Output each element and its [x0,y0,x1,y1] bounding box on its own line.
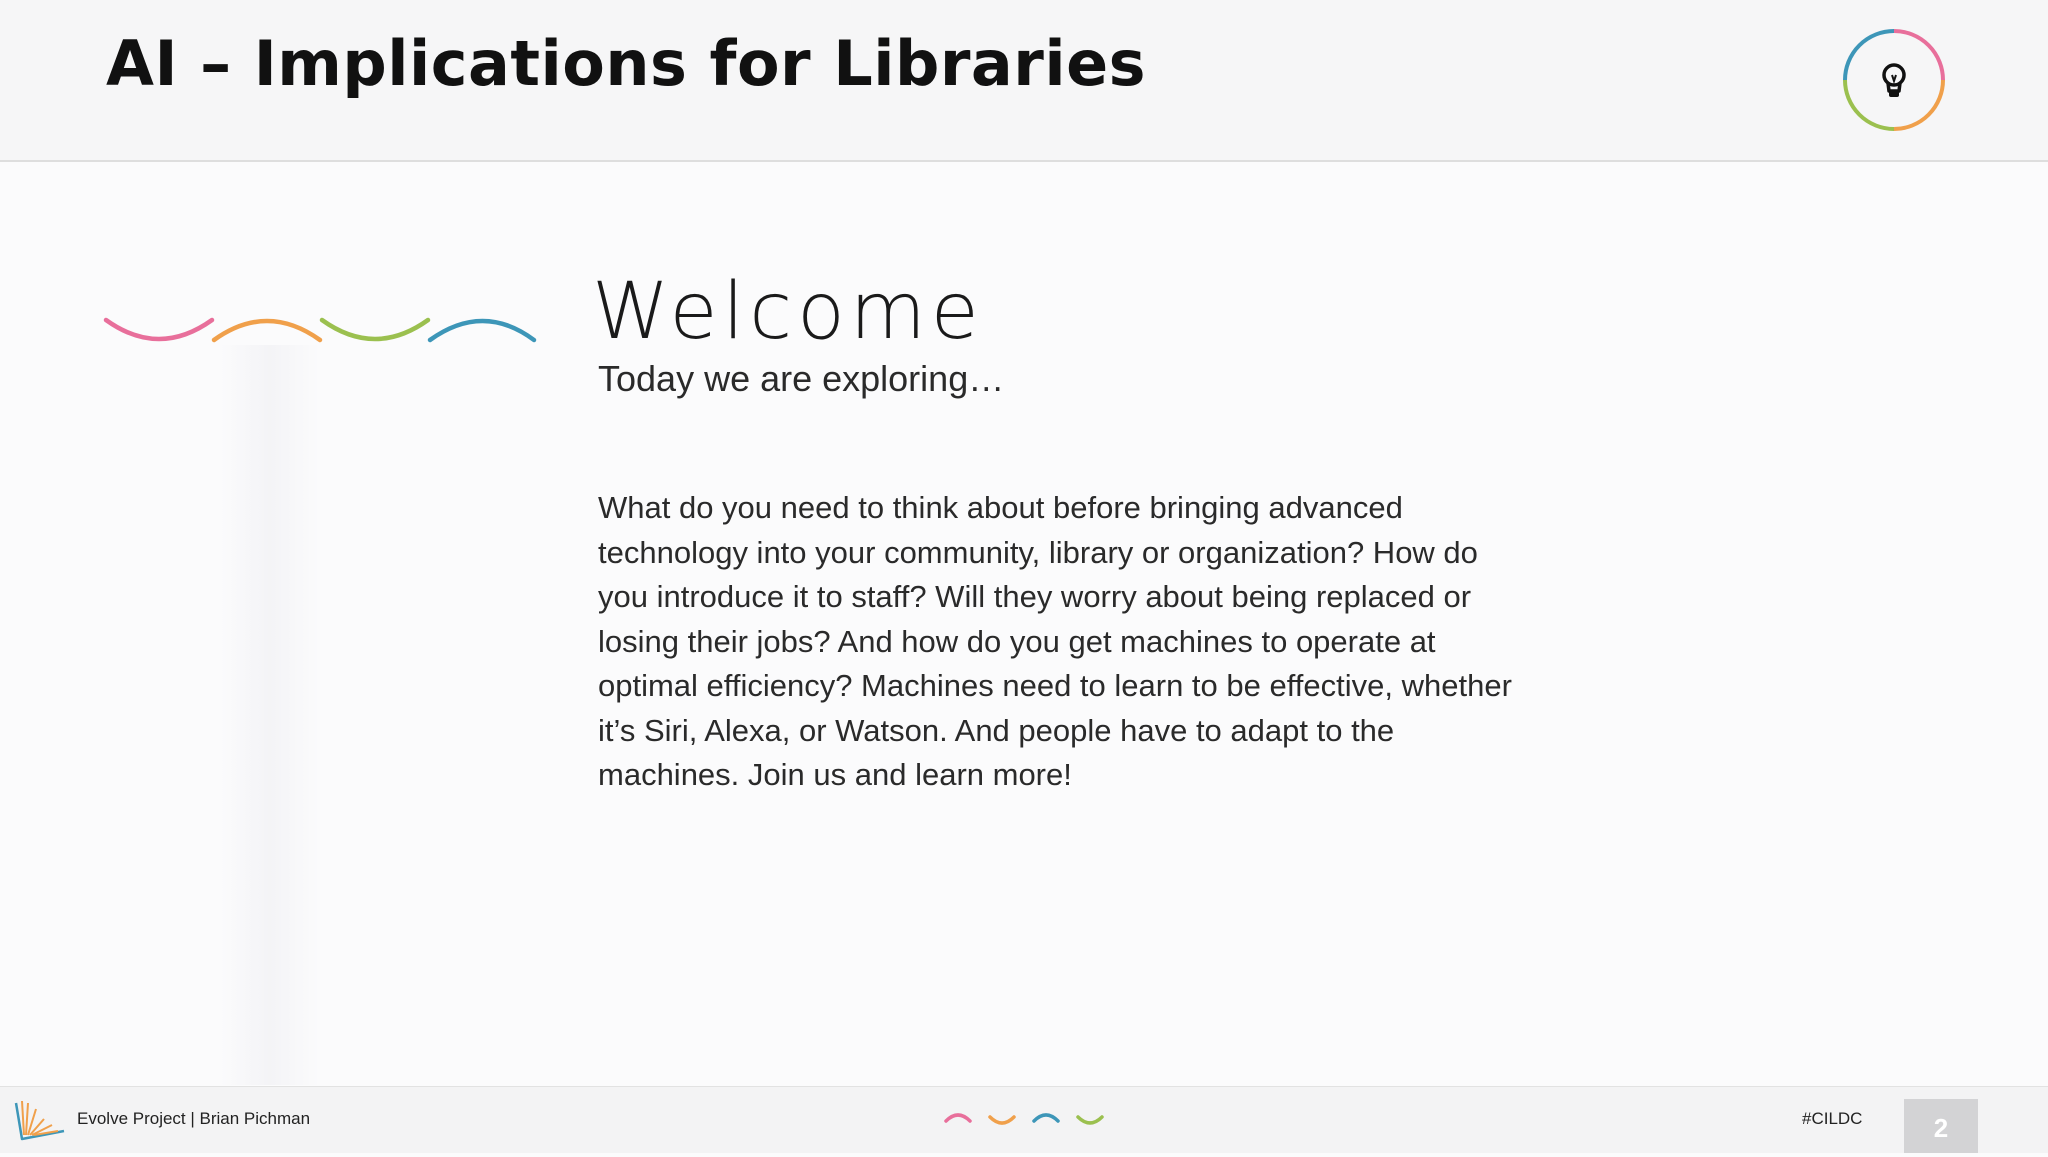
decorative-shade [220,345,320,1085]
welcome-heading: Welcome [592,267,984,357]
welcome-subtitle: Today we are exploring… [598,358,1005,399]
session-description: What do you need to think about before b… [598,490,1512,792]
footer-presenter: Evolve Project | Brian Pichman [77,1109,311,1128]
footer-waves-icon [944,1113,1104,1125]
slide-header: AI – Implications for Libraries [0,0,2048,162]
decorative-waves-icon [103,317,537,343]
evolve-project-logo-icon [14,1100,65,1141]
lightbulb-logo-icon [1843,29,1945,131]
slide-footer: Evolve Project | Brian Pichman #CILDC 2 [0,1086,2048,1153]
slide-title: AI – Implications for Libraries [106,27,1147,100]
page-number: 2 [1904,1099,1978,1153]
footer-hashtag: #CILDC [1802,1109,1863,1128]
